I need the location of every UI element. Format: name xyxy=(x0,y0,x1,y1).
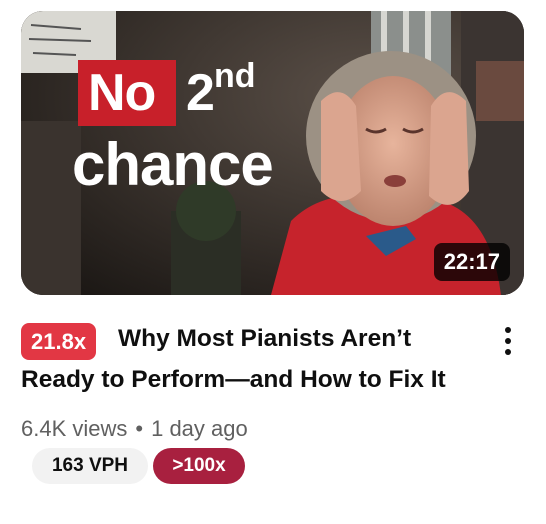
menu-dot xyxy=(505,349,511,355)
overlay-ordinal-suffix: nd xyxy=(214,57,256,95)
meta-separator: • xyxy=(135,416,144,441)
overlay-number: 2 xyxy=(186,64,215,122)
overlay-word-no: No xyxy=(88,64,156,122)
ratio-badge: >100x xyxy=(153,448,245,484)
vph-badge: 163 VPH xyxy=(32,448,148,484)
view-count: 6.4K views xyxy=(21,416,128,441)
overlay-word-chance: chance xyxy=(72,131,274,198)
menu-dot xyxy=(505,338,511,344)
video-card[interactable]: No 2 nd chance 22:17 Why Most Pianists A… xyxy=(0,0,546,524)
outlier-score-badge: 21.8x xyxy=(21,323,97,360)
video-metadata: 6.4K views • 1 day ago xyxy=(21,414,248,444)
menu-dot xyxy=(505,327,511,333)
video-thumbnail[interactable]: No 2 nd chance 22:17 xyxy=(21,11,524,295)
duration-badge: 22:17 xyxy=(433,243,510,281)
more-vert-icon[interactable] xyxy=(496,322,520,362)
upload-age: 1 day ago xyxy=(151,416,248,441)
